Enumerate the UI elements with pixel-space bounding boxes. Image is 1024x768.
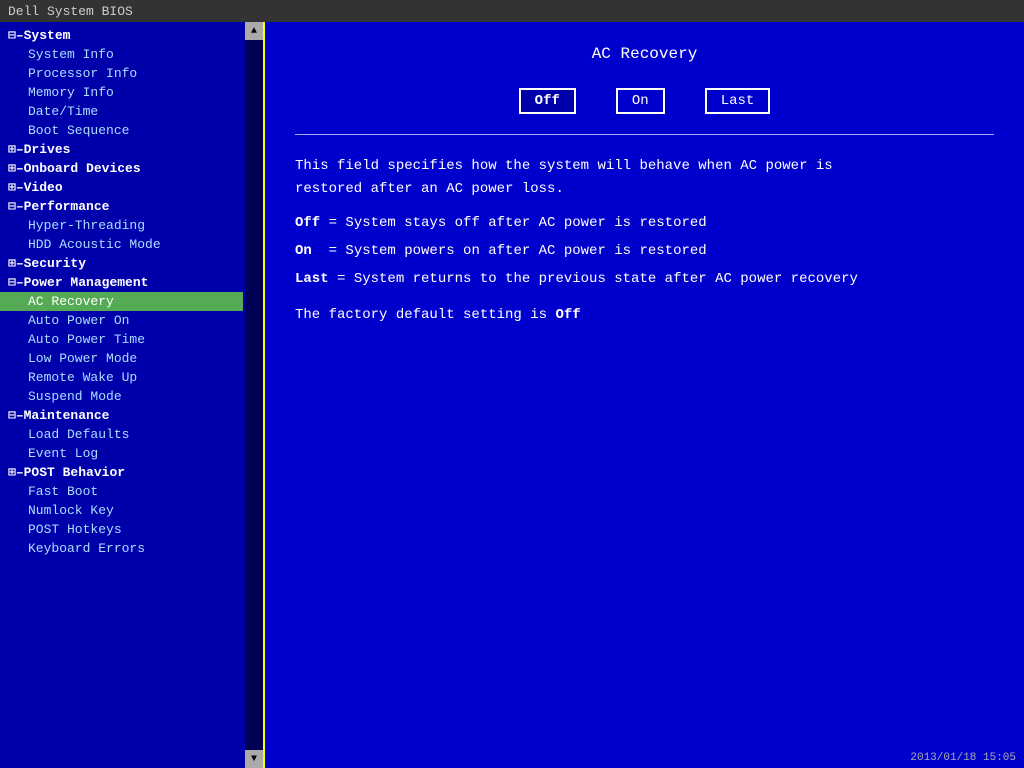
sidebar-item-auto-power-time[interactable]: Auto Power Time <box>0 330 243 349</box>
def-on: On = System powers on after AC power is … <box>295 240 994 264</box>
sidebar-item-maintenance[interactable]: ⊟–Maintenance <box>0 406 243 425</box>
option-last-button[interactable]: Last <box>705 88 771 114</box>
sidebar-item-load-defaults[interactable]: Load Defaults <box>0 425 243 444</box>
sidebar-item-drives[interactable]: ⊞–Drives <box>0 140 243 159</box>
def-off: Off = System stays off after AC power is… <box>295 212 994 236</box>
title-bar-text: Dell System BIOS <box>8 4 133 19</box>
sidebar-item-post-hotkeys[interactable]: POST Hotkeys <box>0 520 243 539</box>
page-title: AC Recovery <box>295 42 994 68</box>
description: This field specifies how the system will… <box>295 155 994 328</box>
sidebar-item-hdd-acoustic[interactable]: HDD Acoustic Mode <box>0 235 243 254</box>
scroll-down-button[interactable]: ▼ <box>245 750 263 768</box>
scrollbar[interactable] <box>245 40 263 750</box>
sidebar-item-boot-sequence[interactable]: Boot Sequence <box>0 121 243 140</box>
sidebar-item-post-behavior[interactable]: ⊞–POST Behavior <box>0 463 243 482</box>
factory-default: The factory default setting is Off <box>295 304 994 328</box>
option-off-button[interactable]: Off <box>519 88 576 114</box>
options-row: Off On Last <box>295 88 994 114</box>
sidebar-item-suspend-mode[interactable]: Suspend Mode <box>0 387 243 406</box>
sidebar: ▲ ▼ ⊟–System System Info Processor Info … <box>0 22 265 768</box>
sidebar-item-onboard-devices[interactable]: ⊞–Onboard Devices <box>0 159 243 178</box>
sidebar-item-processor-info[interactable]: Processor Info <box>0 64 243 83</box>
screen: Dell System BIOS ▲ ▼ ⊟–System System Inf… <box>0 0 1024 768</box>
sidebar-item-memory-info[interactable]: Memory Info <box>0 83 243 102</box>
sidebar-item-power-management[interactable]: ⊟–Power Management <box>0 273 243 292</box>
bios-container: ▲ ▼ ⊟–System System Info Processor Info … <box>0 22 1024 768</box>
sidebar-content: ⊟–System System Info Processor Info Memo… <box>0 26 263 558</box>
definitions-list: Off = System stays off after AC power is… <box>295 212 994 291</box>
timestamp: 2013/01/18 15:05 <box>910 752 1016 764</box>
sidebar-item-date-time[interactable]: Date/Time <box>0 102 243 121</box>
sidebar-item-keyboard-errors[interactable]: Keyboard Errors <box>0 539 243 558</box>
sidebar-item-video[interactable]: ⊞–Video <box>0 178 243 197</box>
sidebar-item-fast-boot[interactable]: Fast Boot <box>0 482 243 501</box>
sidebar-item-event-log[interactable]: Event Log <box>0 444 243 463</box>
sidebar-item-system-info[interactable]: System Info <box>0 45 243 64</box>
description-intro: This field specifies how the system will… <box>295 155 994 203</box>
def-last: Last = System returns to the previous st… <box>295 268 994 292</box>
scroll-up-button[interactable]: ▲ <box>245 22 263 40</box>
sidebar-item-system[interactable]: ⊟–System <box>0 26 243 45</box>
main-content: AC Recovery Off On Last This field speci… <box>265 22 1024 768</box>
sidebar-item-ac-recovery[interactable]: AC Recovery <box>0 292 243 311</box>
divider <box>295 134 994 135</box>
option-on-button[interactable]: On <box>616 88 665 114</box>
sidebar-item-hyper-threading[interactable]: Hyper-Threading <box>0 216 243 235</box>
title-bar: Dell System BIOS <box>0 0 1024 22</box>
sidebar-item-security[interactable]: ⊞–Security <box>0 254 243 273</box>
sidebar-item-remote-wake-up[interactable]: Remote Wake Up <box>0 368 243 387</box>
sidebar-item-auto-power-on[interactable]: Auto Power On <box>0 311 243 330</box>
sidebar-item-low-power-mode[interactable]: Low Power Mode <box>0 349 243 368</box>
sidebar-item-numlock-key[interactable]: Numlock Key <box>0 501 243 520</box>
sidebar-item-performance[interactable]: ⊟–Performance <box>0 197 243 216</box>
